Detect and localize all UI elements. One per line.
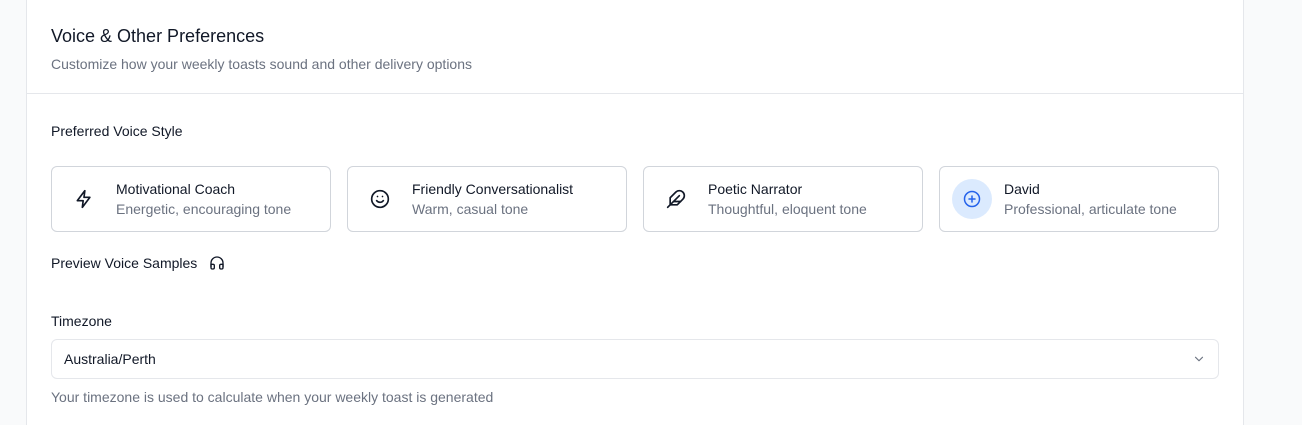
card-header: Voice & Other Preferences Customize how … (27, 0, 1243, 94)
feather-icon (656, 179, 696, 219)
voice-option-name: Motivational Coach (116, 181, 236, 197)
timezone-label: Timezone (51, 313, 112, 329)
voice-option-name: Poetic Narrator (708, 181, 803, 197)
voice-option-name: Friendly Conversationalist (412, 181, 574, 197)
voice-option-poetic-narrator[interactable]: Poetic Narrator Thoughtful, eloquent ton… (643, 166, 923, 232)
lightning-icon (64, 179, 104, 219)
timezone-select[interactable]: Australia/Perth (51, 339, 1219, 379)
timezone-helper-text: Your timezone is used to calculate when … (51, 389, 494, 405)
voice-option-description: Professional, articulate tone (1004, 201, 1177, 217)
voice-option-motivational-coach[interactable]: Motivational Coach Energetic, encouragin… (51, 166, 331, 232)
voice-style-options: Motivational Coach Energetic, encouragin… (51, 166, 1219, 232)
timezone-select-value: Australia/Perth (64, 351, 156, 367)
voice-option-name: David (1004, 181, 1040, 197)
card-title: Voice & Other Preferences (51, 26, 265, 46)
headphones-icon (209, 255, 225, 271)
preview-voice-samples-label: Preview Voice Samples (51, 255, 198, 271)
voice-option-description: Energetic, encouraging tone (116, 201, 292, 217)
voice-option-friendly-conversationalist[interactable]: Friendly Conversationalist Warm, casual … (347, 166, 627, 232)
preferences-card: Voice & Other Preferences Customize how … (26, 0, 1244, 425)
voice-style-label: Preferred Voice Style (51, 123, 183, 139)
voice-option-description: Thoughtful, eloquent tone (708, 201, 867, 217)
smile-icon (360, 179, 400, 219)
voice-option-description: Warm, casual tone (412, 201, 529, 217)
voice-option-david[interactable]: David Professional, articulate tone (939, 166, 1219, 232)
plus-circle-icon (952, 179, 992, 219)
preview-voice-samples-button[interactable]: Preview Voice Samples (51, 255, 225, 271)
chevron-down-icon (1192, 352, 1206, 366)
card-subtitle: Customize how your weekly toasts sound a… (51, 56, 472, 72)
